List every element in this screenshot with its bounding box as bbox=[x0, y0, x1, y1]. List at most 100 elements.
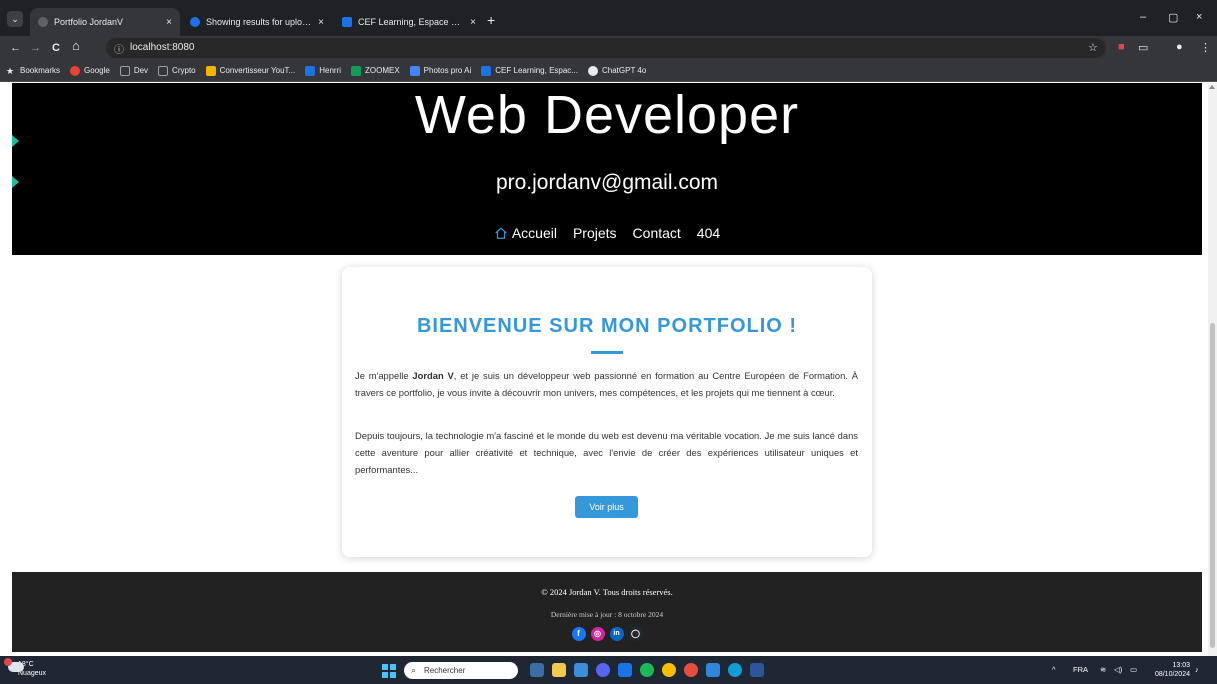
file-explorer-icon[interactable] bbox=[552, 663, 566, 677]
page-viewport: Web Developer pro.jordanv@gmail.com Accu… bbox=[0, 83, 1208, 656]
tray-chevron-icon[interactable]: ^ bbox=[1052, 665, 1056, 674]
welcome-card: BIENVENUE SUR MON PORTFOLIO ! Je m'appel… bbox=[342, 267, 872, 557]
windows-logo-pane bbox=[390, 672, 396, 678]
minimize-button[interactable]: – bbox=[1140, 11, 1146, 23]
bookmark-henrri[interactable]: Henrri bbox=[305, 65, 341, 76]
scrollbar-thumb[interactable] bbox=[1210, 323, 1215, 648]
bookmarks-bar: ★ Bookmarks Google Dev Crypto Convertisse… bbox=[0, 60, 1217, 82]
hero-email: pro.jordanv@gmail.com bbox=[495, 171, 719, 194]
windows-logo-pane bbox=[390, 664, 396, 670]
start-button[interactable] bbox=[382, 664, 396, 678]
discord-icon[interactable] bbox=[596, 663, 610, 677]
restore-button[interactable]: ▢ bbox=[1168, 11, 1178, 24]
profile-avatar-icon[interactable]: ● bbox=[1176, 41, 1183, 53]
alert-badge bbox=[4, 658, 12, 666]
tab-cef-learning[interactable]: CEF Learning, Espace élève du C × bbox=[334, 8, 484, 36]
battery-icon[interactable]: ▭ bbox=[1130, 665, 1137, 674]
star-icon: ★ bbox=[6, 65, 15, 76]
browser-tab-bar: ⌄ Portfolio JordanV × Showing results fo… bbox=[0, 0, 1217, 36]
page-footer: © 2024 Jordan V. Tous droits réservés. D… bbox=[12, 572, 1202, 652]
tab-label: Portfolio JordanV bbox=[54, 17, 124, 27]
vocation-paragraph: Depuis toujours, la technologie m'a fasc… bbox=[355, 430, 858, 475]
home-icon bbox=[495, 227, 507, 239]
scroll-up-arrow-icon[interactable] bbox=[1209, 85, 1215, 89]
task-view-icon[interactable] bbox=[530, 663, 544, 677]
bookmark-photos-pro-ai[interactable]: Photos pro Ai bbox=[409, 65, 471, 76]
voir-plus-button[interactable]: Voir plus bbox=[575, 496, 638, 518]
tab-showing-results[interactable]: Showing results for uploaded fi × bbox=[182, 8, 332, 36]
new-tab-button[interactable]: + bbox=[487, 13, 495, 27]
cef-icon bbox=[481, 65, 492, 76]
bookmark-crypto[interactable]: Crypto bbox=[158, 65, 196, 76]
address-bar[interactable]: ⓘ localhost:8080 bbox=[106, 38, 1106, 58]
zoomex-icon bbox=[351, 65, 361, 76]
bookmark-chatgpt[interactable]: ChatGPT 4o bbox=[587, 65, 646, 76]
tab-favicon bbox=[38, 17, 48, 27]
bookmark-zoomex[interactable]: ZOOMEX bbox=[351, 65, 400, 76]
page-scrollbar[interactable] bbox=[1208, 83, 1217, 656]
nav-projets[interactable]: Projets bbox=[573, 225, 617, 241]
bookmark-convertisseur[interactable]: Convertisseur YouT... bbox=[205, 65, 295, 76]
bookmark-label: ZOOMEX bbox=[365, 66, 400, 75]
nav-404[interactable]: 404 bbox=[697, 225, 720, 241]
photo-icon bbox=[409, 65, 420, 76]
search-icon: ⌕ bbox=[411, 665, 417, 675]
clock-date: 08/10/2024 bbox=[1154, 671, 1190, 678]
bookmark-label: Crypto bbox=[172, 66, 196, 75]
tab-search-button[interactable]: ⌄ bbox=[7, 11, 23, 27]
bookmark-google[interactable]: Google bbox=[70, 65, 110, 76]
hero-title: Web Developer bbox=[414, 85, 800, 145]
tab-portfolio[interactable]: Portfolio JordanV × bbox=[30, 8, 180, 36]
bookmark-star-icon[interactable]: ☆ bbox=[1088, 41, 1098, 54]
bookmark-dev[interactable]: Dev bbox=[119, 65, 148, 76]
weather-widget[interactable]: 18°C Nuageux bbox=[4, 658, 46, 678]
hero-header: Web Developer pro.jordanv@gmail.com Accu… bbox=[12, 83, 1202, 255]
chatgpt-icon bbox=[587, 65, 598, 76]
back-button[interactable]: ← bbox=[10, 41, 21, 55]
converter-icon bbox=[205, 65, 216, 76]
nav-label: Projets bbox=[572, 225, 617, 241]
extensions-puzzle-icon[interactable]: ▭ bbox=[1138, 41, 1148, 54]
search-placeholder: Rechercher bbox=[424, 666, 466, 675]
extension-icon[interactable]: ■ bbox=[1118, 41, 1125, 53]
notification-bell-icon[interactable]: ♪ bbox=[1195, 665, 1199, 674]
chrome-icon[interactable] bbox=[662, 663, 676, 677]
windows-taskbar: 18°C Nuageux ⌕ Rechercher ^ FRA ≋ ◁) ▭ 1… bbox=[0, 656, 1217, 684]
reload-button[interactable]: C bbox=[52, 41, 60, 55]
language-indicator[interactable]: FRA bbox=[1073, 665, 1088, 674]
system-clock[interactable]: 13:03 08/10/2024 bbox=[1150, 661, 1190, 679]
spotify-icon[interactable] bbox=[640, 663, 654, 677]
folder-icon bbox=[119, 65, 130, 76]
linkedin-icon[interactable]: in bbox=[609, 627, 624, 641]
bookmark-label: Bookmarks bbox=[20, 66, 61, 75]
forward-button[interactable]: → bbox=[30, 41, 41, 55]
tab-close-icon[interactable]: × bbox=[318, 17, 324, 28]
wifi-icon[interactable]: ≋ bbox=[1100, 665, 1106, 674]
photos-icon[interactable] bbox=[574, 663, 588, 677]
instagram-icon[interactable]: ◎ bbox=[590, 627, 605, 641]
store-icon[interactable] bbox=[618, 663, 632, 677]
nav-contact[interactable]: Contact bbox=[633, 225, 681, 241]
bookmark-cef-learning[interactable]: CEF Learning, Espac... bbox=[481, 65, 578, 76]
github-icon[interactable]: ◯ bbox=[628, 627, 643, 641]
home-button[interactable]: ⌂ bbox=[72, 39, 80, 53]
vscode-icon[interactable] bbox=[706, 663, 720, 677]
nav-accueil[interactable]: Accueil bbox=[494, 225, 557, 241]
close-window-button[interactable]: × bbox=[1196, 11, 1202, 23]
edge-icon[interactable] bbox=[728, 663, 742, 677]
site-info-icon[interactable]: ⓘ bbox=[114, 41, 124, 56]
tab-label: Showing results for uploaded fi bbox=[206, 17, 313, 27]
bookmark-bookmarks[interactable]: ★ Bookmarks bbox=[6, 66, 60, 76]
recording-icon[interactable] bbox=[684, 663, 698, 677]
tab-close-icon[interactable]: × bbox=[470, 17, 476, 28]
tab-close-icon[interactable]: × bbox=[166, 17, 172, 28]
folder-icon bbox=[158, 65, 169, 76]
tab-favicon bbox=[190, 17, 200, 27]
bookmark-label: Google bbox=[84, 66, 110, 75]
taskbar-search[interactable]: ⌕ Rechercher bbox=[404, 662, 518, 679]
word-icon[interactable] bbox=[750, 663, 764, 677]
facebook-icon[interactable]: f bbox=[571, 627, 586, 641]
browser-menu-icon[interactable]: ⋮ bbox=[1200, 41, 1211, 54]
last-update-text: Dernière mise à jour : 8 octobre 2024 bbox=[550, 610, 664, 619]
volume-icon[interactable]: ◁) bbox=[1114, 665, 1122, 674]
